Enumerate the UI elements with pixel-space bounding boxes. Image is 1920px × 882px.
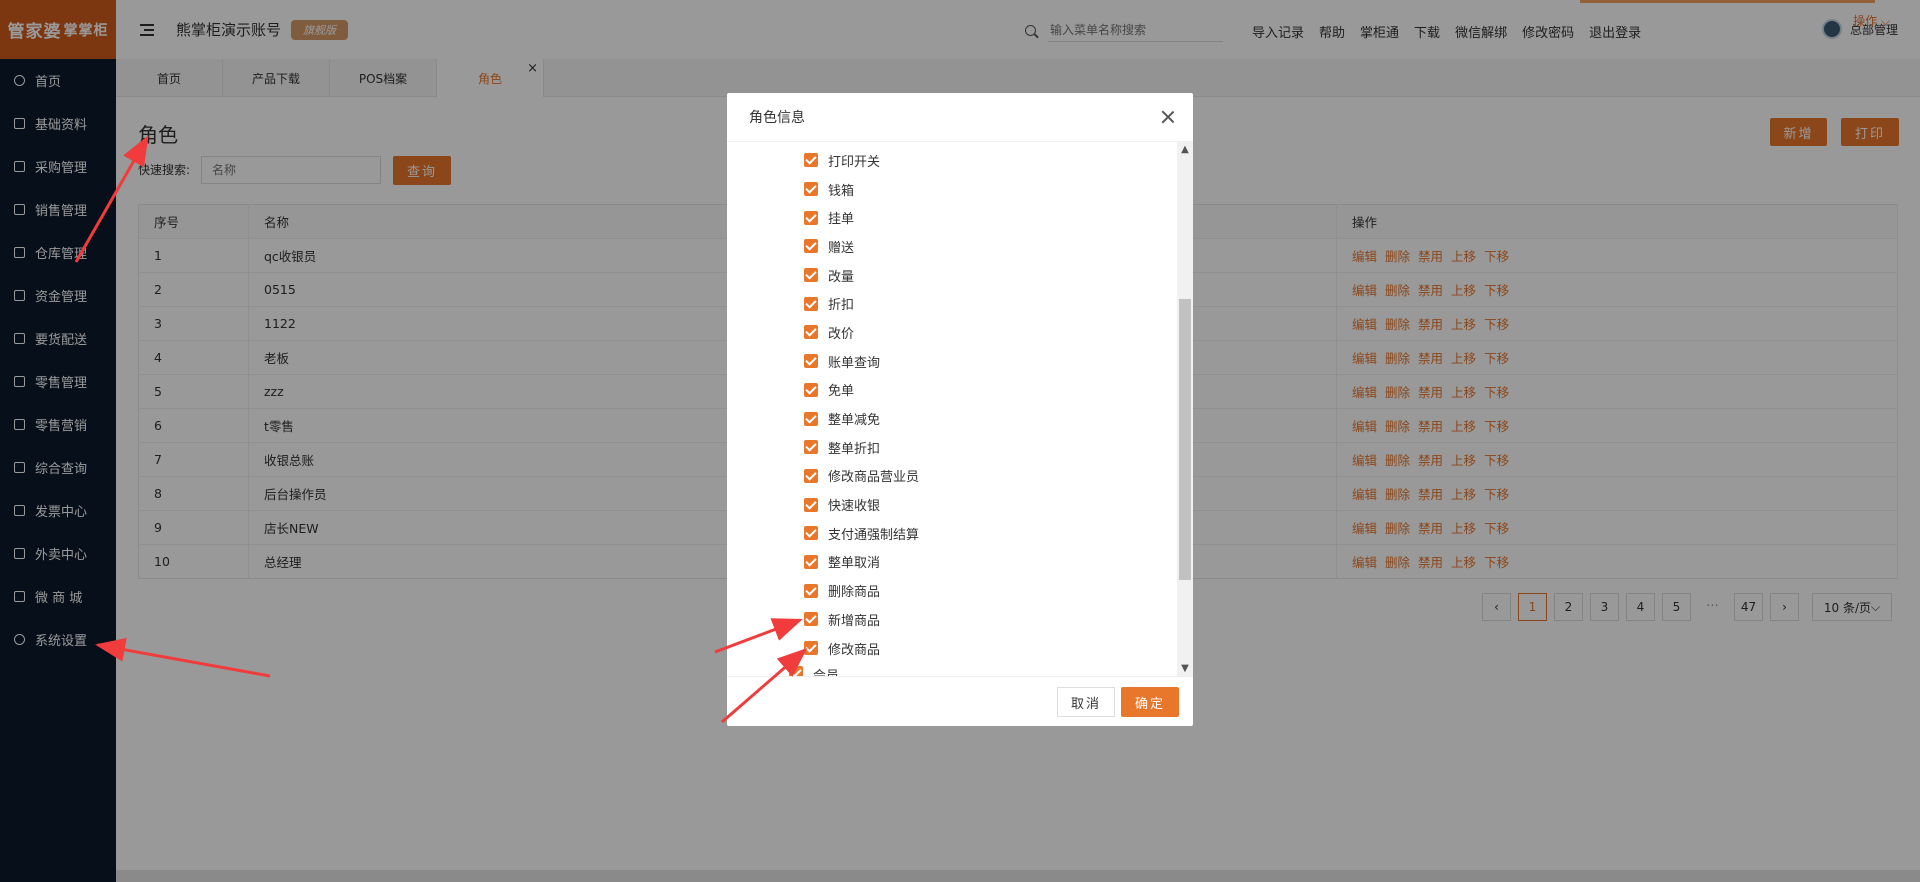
- permission-label: 赠送: [828, 240, 855, 256]
- checkbox-icon[interactable]: [804, 583, 818, 598]
- checkbox-icon[interactable]: [804, 382, 818, 397]
- permission-item[interactable]: 折扣: [727, 289, 1193, 318]
- checkbox-icon[interactable]: [804, 325, 818, 340]
- permission-label: 折扣: [828, 298, 855, 314]
- permission-item[interactable]: 整单取消: [727, 548, 1193, 577]
- permission-label: 改量: [828, 269, 855, 285]
- permission-label: 删除商品: [828, 585, 881, 601]
- permission-item[interactable]: 整单减免: [727, 404, 1193, 433]
- dialog-header: 角色信息: [727, 93, 1193, 142]
- permission-group-member[interactable]: 会员: [727, 662, 1193, 677]
- permission-label: 整单减免: [828, 413, 881, 429]
- permission-label: 打印开关: [828, 154, 881, 170]
- permission-item[interactable]: 改价: [727, 318, 1193, 347]
- permission-item[interactable]: 修改商品营业员: [727, 462, 1193, 491]
- permission-label: 新增商品: [828, 613, 881, 629]
- permission-label: 整单折扣: [828, 441, 881, 457]
- permission-label: 整单取消: [828, 556, 881, 572]
- checkbox-icon[interactable]: [804, 612, 818, 627]
- checkbox-icon[interactable]: [804, 440, 818, 455]
- permission-item[interactable]: 修改商品: [727, 634, 1193, 663]
- checkbox-icon[interactable]: [804, 296, 818, 311]
- permission-label: 挂单: [828, 212, 855, 228]
- dialog-footer: 取消 确定: [727, 677, 1193, 726]
- checkbox-icon[interactable]: [804, 411, 818, 426]
- scroll-up-icon[interactable]: ▲: [1180, 145, 1190, 155]
- permission-label: 修改商品: [828, 642, 881, 658]
- permission-label: 修改商品营业员: [828, 470, 920, 486]
- permission-item[interactable]: 整单折扣: [727, 433, 1193, 462]
- dialog-scrollbar[interactable]: ▲ ▼: [1177, 142, 1193, 676]
- permission-tree: 打印开关钱箱挂单赠送改量折扣改价账单查询免单整单减免整单折扣修改商品营业员 快速收…: [727, 142, 1193, 677]
- checkbox-icon[interactable]: [804, 641, 818, 656]
- permission-label: 账单查询: [828, 355, 881, 371]
- permission-item[interactable]: 账单查询: [727, 347, 1193, 376]
- scroll-thumb[interactable]: [1179, 299, 1191, 580]
- cancel-button[interactable]: 取消: [1057, 687, 1115, 717]
- scroll-down-icon[interactable]: ▼: [1180, 664, 1190, 674]
- permission-item[interactable]: 快速收银: [727, 490, 1193, 519]
- permission-item[interactable]: 改量: [727, 261, 1193, 290]
- checkbox-icon[interactable]: [804, 497, 818, 512]
- permission-item[interactable]: 打印开关: [727, 146, 1193, 175]
- permission-label: 免单: [828, 384, 855, 400]
- checkbox-icon[interactable]: [804, 210, 818, 225]
- checkbox-icon[interactable]: [789, 666, 803, 676]
- checkbox-icon[interactable]: [804, 554, 818, 569]
- checkbox-icon[interactable]: [804, 182, 818, 197]
- permission-item[interactable]: 挂单: [727, 203, 1193, 232]
- confirm-button[interactable]: 确定: [1121, 687, 1179, 717]
- role-info-dialog: 角色信息 打印开关钱箱挂单赠送改量折扣改价账单查询免单整单减免整单折扣修改商品营…: [727, 93, 1193, 726]
- permission-label: 支付通强制结算: [828, 527, 920, 543]
- permission-item[interactable]: 赠送: [727, 232, 1193, 261]
- checkbox-icon[interactable]: [804, 268, 818, 283]
- checkbox-icon[interactable]: [804, 526, 818, 541]
- dialog-title: 角色信息: [749, 110, 805, 126]
- permission-item[interactable]: 支付通强制结算: [727, 519, 1193, 548]
- checkbox-icon[interactable]: [804, 153, 818, 168]
- permission-item[interactable]: 免单: [727, 376, 1193, 405]
- permission-group-label: 会员: [813, 669, 840, 677]
- permission-item[interactable]: 新增商品: [727, 605, 1193, 634]
- permission-label: 快速收银: [828, 499, 881, 515]
- permission-label: 钱箱: [828, 183, 855, 199]
- permission-item[interactable]: 钱箱: [727, 175, 1193, 204]
- checkbox-icon[interactable]: [804, 239, 818, 254]
- permission-item[interactable]: 删除商品: [727, 576, 1193, 605]
- permission-label: 改价: [828, 326, 855, 342]
- checkbox-icon[interactable]: [804, 354, 818, 369]
- close-icon[interactable]: [1161, 110, 1175, 124]
- checkbox-icon[interactable]: [804, 468, 818, 483]
